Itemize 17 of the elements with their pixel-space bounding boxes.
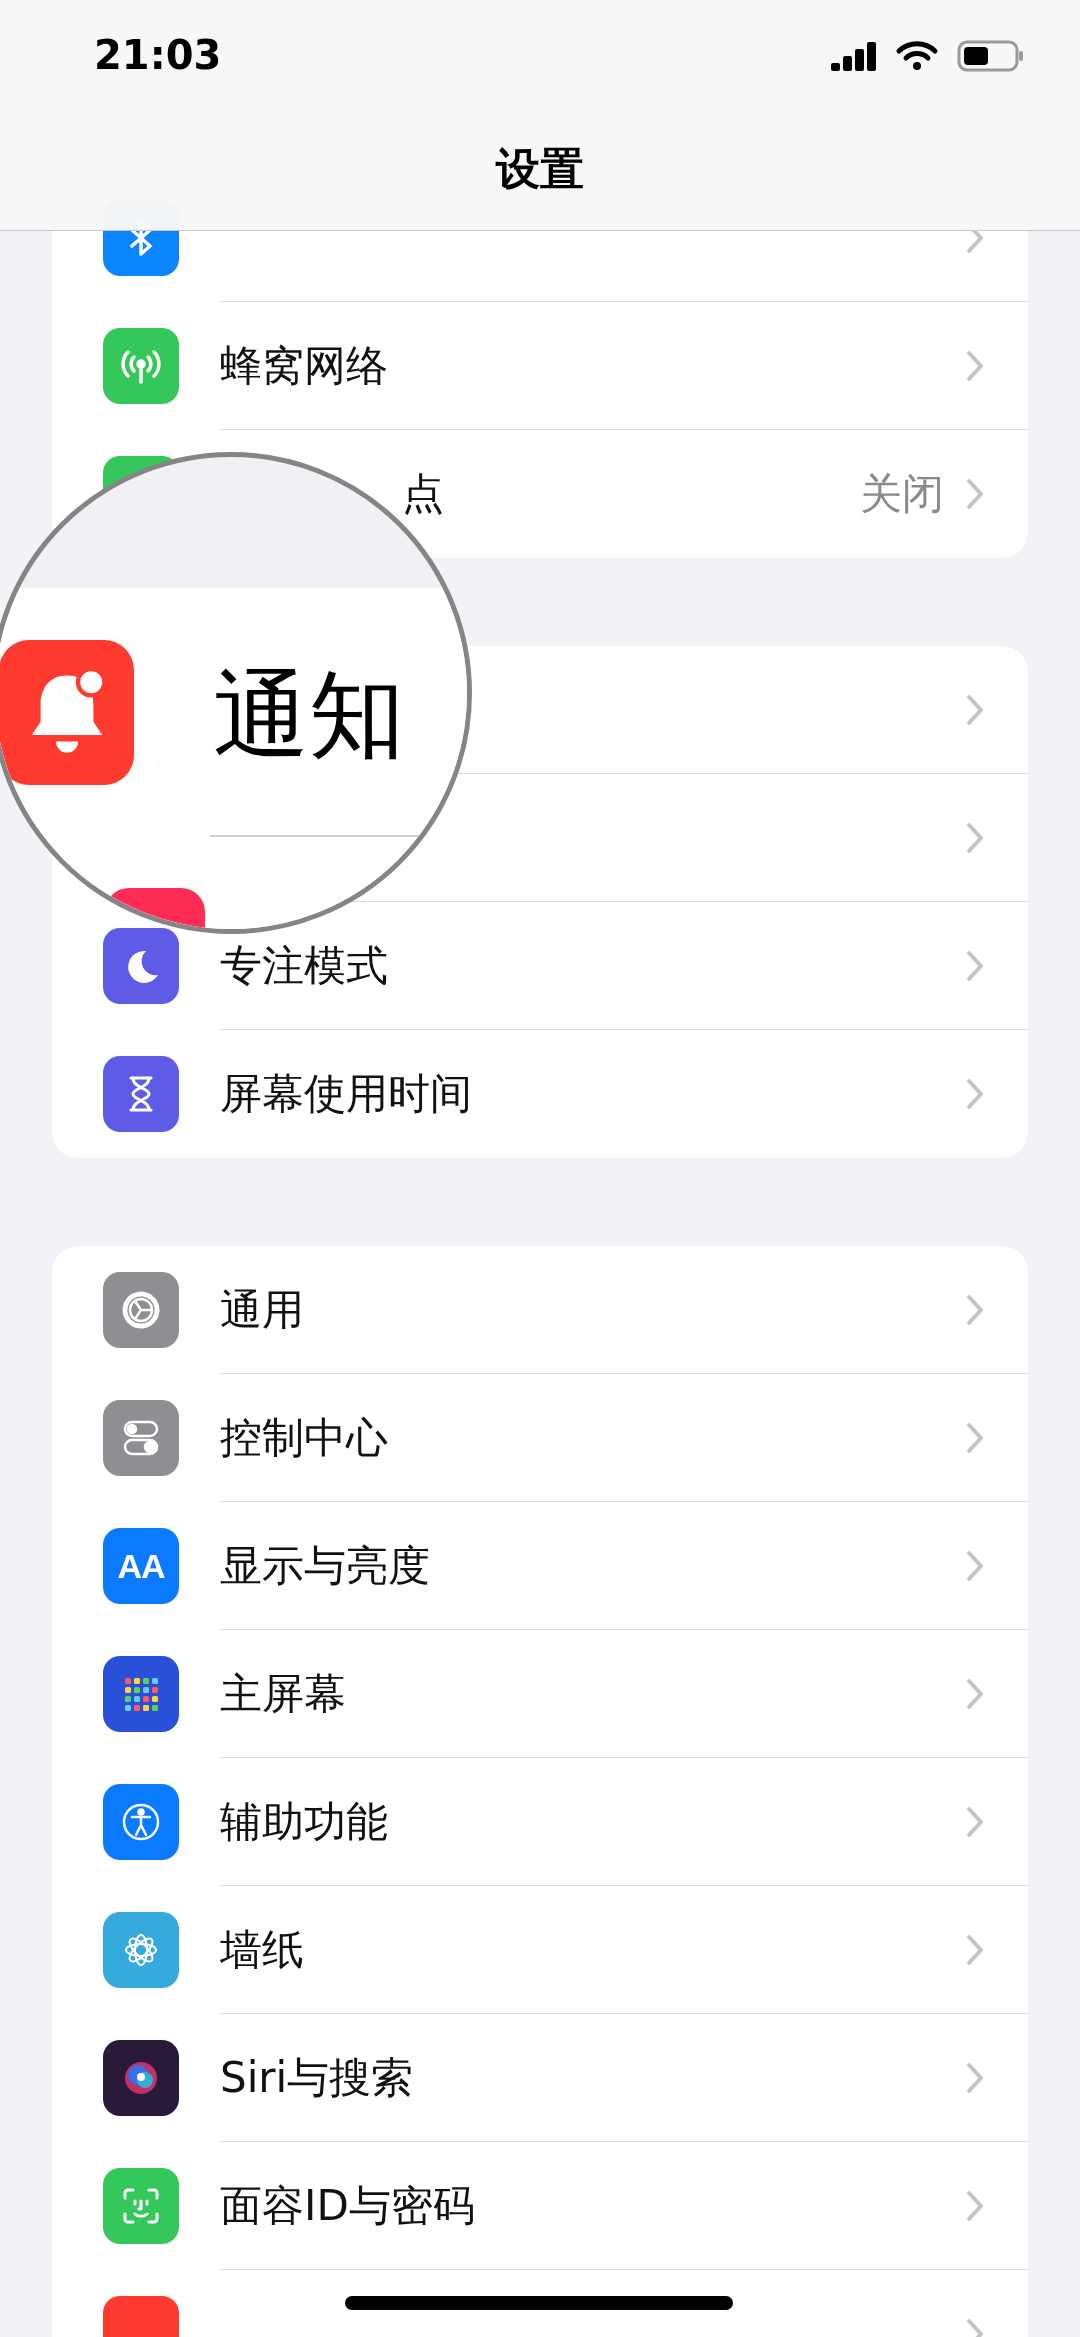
status-time: 21:03 [94, 32, 222, 78]
setting-label[interactable]: 通用 [220, 1288, 304, 1331]
display-icon: AA [103, 1528, 179, 1604]
setting-label[interactable]: 辅助功能 [220, 1800, 388, 1843]
setting-label[interactable]: 主屏幕 [220, 1672, 346, 1715]
setting-label[interactable]: 墙纸 [220, 1928, 304, 1971]
page-title: 设置 [494, 142, 585, 196]
setting-value: 关闭 [860, 468, 944, 520]
setting-label[interactable]: 屏幕使用时间 [220, 1073, 472, 1115]
magnified-label: 通知 [213, 658, 405, 773]
setting-label[interactable]: 点 [402, 473, 444, 515]
setting-label[interactable]: 显示与亮度 [220, 1544, 430, 1587]
setting-label[interactable]: 控制中心 [220, 1416, 388, 1459]
setting-label[interactable]: Siri与搜索 [220, 2056, 414, 2099]
setting-label[interactable]: 面容ID与密码 [220, 2184, 475, 2227]
setting-label[interactable]: 专注模式 [220, 944, 388, 987]
setting-label[interactable]: 蜂窝网络 [220, 344, 388, 387]
